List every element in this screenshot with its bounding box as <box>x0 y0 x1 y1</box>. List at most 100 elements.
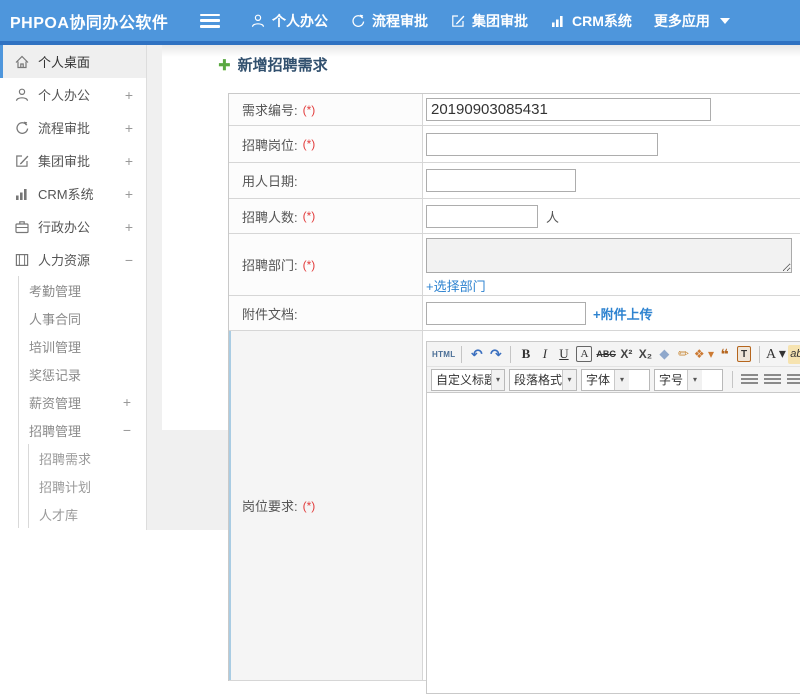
field-value-cell: HTML ↶ ↷ B I U A ABC X² X₂ ◆ ✏ ❖ ▾ ❝ T A… <box>423 331 800 694</box>
process-icon <box>350 13 366 29</box>
expand-toggle[interactable]: + <box>122 120 136 136</box>
field-value-cell <box>423 126 800 162</box>
sidebar-item-personal-desktop[interactable]: 个人桌面 <box>0 45 146 78</box>
caret-down-icon: ▾ <box>687 369 703 390</box>
required-mark: (*) <box>302 102 316 117</box>
sidebar-item-label: 招聘计划 <box>39 479 92 495</box>
align-left-icon[interactable] <box>741 373 758 386</box>
sidebar-item-label: 奖惩记录 <box>29 367 82 383</box>
home-icon <box>14 54 30 70</box>
sidebar-item-salary-mgmt[interactable]: 薪资管理 + <box>19 388 146 416</box>
expand-toggle[interactable]: + <box>122 87 136 103</box>
strikethrough-button[interactable]: ABC <box>596 345 616 364</box>
process-icon <box>14 120 30 136</box>
nav-item-more-apps[interactable]: 更多应用 <box>654 11 730 31</box>
align-center-icon[interactable] <box>764 373 781 386</box>
required-mark: (*) <box>302 498 316 513</box>
hamburger-menu-icon[interactable] <box>200 13 220 28</box>
sidebar-item-label: 个人办公 <box>38 88 91 103</box>
content-background <box>162 430 228 530</box>
superscript-button[interactable]: X² <box>618 345 635 364</box>
attachment-input[interactable] <box>426 301 586 325</box>
font-color-button[interactable]: A ▾ <box>766 345 786 364</box>
sidebar-item-reward-records[interactable]: 奖惩记录 <box>19 360 146 388</box>
sidebar-item-talent-pool[interactable]: 人才库 <box>29 500 146 528</box>
nav-item-personal-office[interactable]: 个人办公 <box>250 11 328 31</box>
recruit-demand-form: 需求编号: (*) 招聘岗位: (*) 用人日期: 招聘人数: (*) <box>228 93 800 694</box>
sidebar-item-hr-contracts[interactable]: 人事合同 <box>19 304 146 332</box>
bold-button[interactable]: B <box>517 345 534 364</box>
hire-date-input[interactable] <box>426 169 576 192</box>
expand-toggle[interactable]: + <box>120 394 134 410</box>
font-family-select[interactable]: 字体 ▾ <box>581 368 650 391</box>
eraser-icon[interactable]: ◆ <box>656 345 673 364</box>
expand-toggle[interactable]: + <box>122 186 136 202</box>
caret-down-icon: ▾ <box>614 369 630 390</box>
nav-item-group-approval[interactable]: 集团审批 <box>450 11 528 31</box>
sidebar-item-recruit-demand[interactable]: 招聘需求 <box>29 444 146 472</box>
sidebar-item-human-resources[interactable]: 人力资源 − <box>0 243 146 276</box>
headcount-input[interactable] <box>426 204 538 228</box>
sidebar-item-recruit-plan[interactable]: 招聘计划 <box>29 472 146 500</box>
caret-down-icon[interactable] <box>719 17 730 24</box>
sidebar-item-recruit-mgmt[interactable]: 招聘管理 − <box>19 416 146 444</box>
department-textarea[interactable] <box>426 238 792 273</box>
sidebar-item-label: 流程审批 <box>38 121 91 136</box>
sidebar-item-label: 人事合同 <box>29 311 82 327</box>
top-nav: 个人办公 流程审批 集团审批 CRM系统 更多应用 <box>200 0 752 41</box>
align-right-icon[interactable] <box>787 373 800 386</box>
sidebar-item-workflow-approval[interactable]: 流程审批 + <box>0 111 146 144</box>
highlight-button[interactable]: ab <box>787 344 800 364</box>
required-mark: (*) <box>302 257 316 272</box>
field-value-cell <box>423 163 800 198</box>
choose-department-link[interactable]: +选择部门 <box>426 276 486 295</box>
form-row-requirements: 岗位要求: (*) HTML ↶ ↷ B I U A ABC X² X₂ ◆ ✏… <box>229 331 800 694</box>
blockquote-icon[interactable]: ❝ <box>716 345 733 364</box>
sidebar-item-crm-system[interactable]: CRM系统 + <box>0 177 146 210</box>
paragraph-format-select[interactable]: 段落格式 ▾ <box>509 368 577 391</box>
select-value: 自定义标题 <box>436 373 492 387</box>
attachment-upload-link[interactable]: +附件上传 <box>593 304 653 323</box>
sidebar-item-group-approval[interactable]: 集团审批 + <box>0 144 146 177</box>
italic-button[interactable]: I <box>536 345 553 364</box>
font-size-select[interactable]: 字号 ▾ <box>654 368 723 391</box>
sidebar-item-personal-office[interactable]: 个人办公 + <box>0 78 146 111</box>
expand-toggle[interactable]: + <box>122 153 136 169</box>
custom-title-select[interactable]: 自定义标题 ▾ <box>431 368 505 391</box>
editor-content-area[interactable] <box>427 392 800 693</box>
html-source-button[interactable]: HTML <box>432 345 455 364</box>
recruit-submenu: 招聘需求 招聘计划 人才库 <box>28 444 146 528</box>
field-value-cell: 人 <box>423 199 800 233</box>
sidebar-item-label: 人才库 <box>39 507 79 523</box>
sidebar-item-label: 行政办公 <box>38 220 91 235</box>
paste-icon[interactable]: T <box>737 346 752 362</box>
caret-down-icon: ▾ <box>491 369 504 390</box>
collapse-toggle[interactable]: − <box>122 252 136 268</box>
form-row-demand-no: 需求编号: (*) <box>229 94 800 126</box>
color-palette-icon[interactable]: ❖ ▾ <box>694 345 714 364</box>
sidebar-item-attendance-mgmt[interactable]: 考勤管理 <box>19 276 146 304</box>
required-mark: (*) <box>302 137 316 151</box>
nav-item-crm-system[interactable]: CRM系统 <box>550 11 632 31</box>
select-value: 字号 <box>659 373 684 387</box>
format-brush-icon[interactable]: ✏ <box>675 345 692 364</box>
sidebar-item-admin-office[interactable]: 行政办公 + <box>0 210 146 243</box>
label-text: 招聘部门: <box>242 258 298 273</box>
nav-item-workflow-approval[interactable]: 流程审批 <box>350 11 428 31</box>
underline-button[interactable]: U <box>555 345 572 364</box>
form-row-attachment: 附件文档: +附件上传 <box>229 296 800 331</box>
redo-icon[interactable]: ↷ <box>487 345 504 364</box>
expand-toggle[interactable]: + <box>122 219 136 235</box>
demand-no-input[interactable] <box>426 98 711 121</box>
subscript-button[interactable]: X₂ <box>637 345 654 364</box>
user-icon <box>250 13 266 29</box>
sidebar-item-training-mgmt[interactable]: 培训管理 <box>19 332 146 360</box>
field-label: 岗位要求: (*) <box>229 331 423 680</box>
position-input[interactable] <box>426 132 658 156</box>
font-border-button[interactable]: A <box>576 346 593 362</box>
edit-icon <box>14 153 30 169</box>
collapse-toggle[interactable]: − <box>120 422 134 438</box>
sidebar-item-label: 培训管理 <box>29 339 82 355</box>
undo-icon[interactable]: ↶ <box>468 345 485 364</box>
richtext-editor: HTML ↶ ↷ B I U A ABC X² X₂ ◆ ✏ ❖ ▾ ❝ T A… <box>426 341 800 694</box>
